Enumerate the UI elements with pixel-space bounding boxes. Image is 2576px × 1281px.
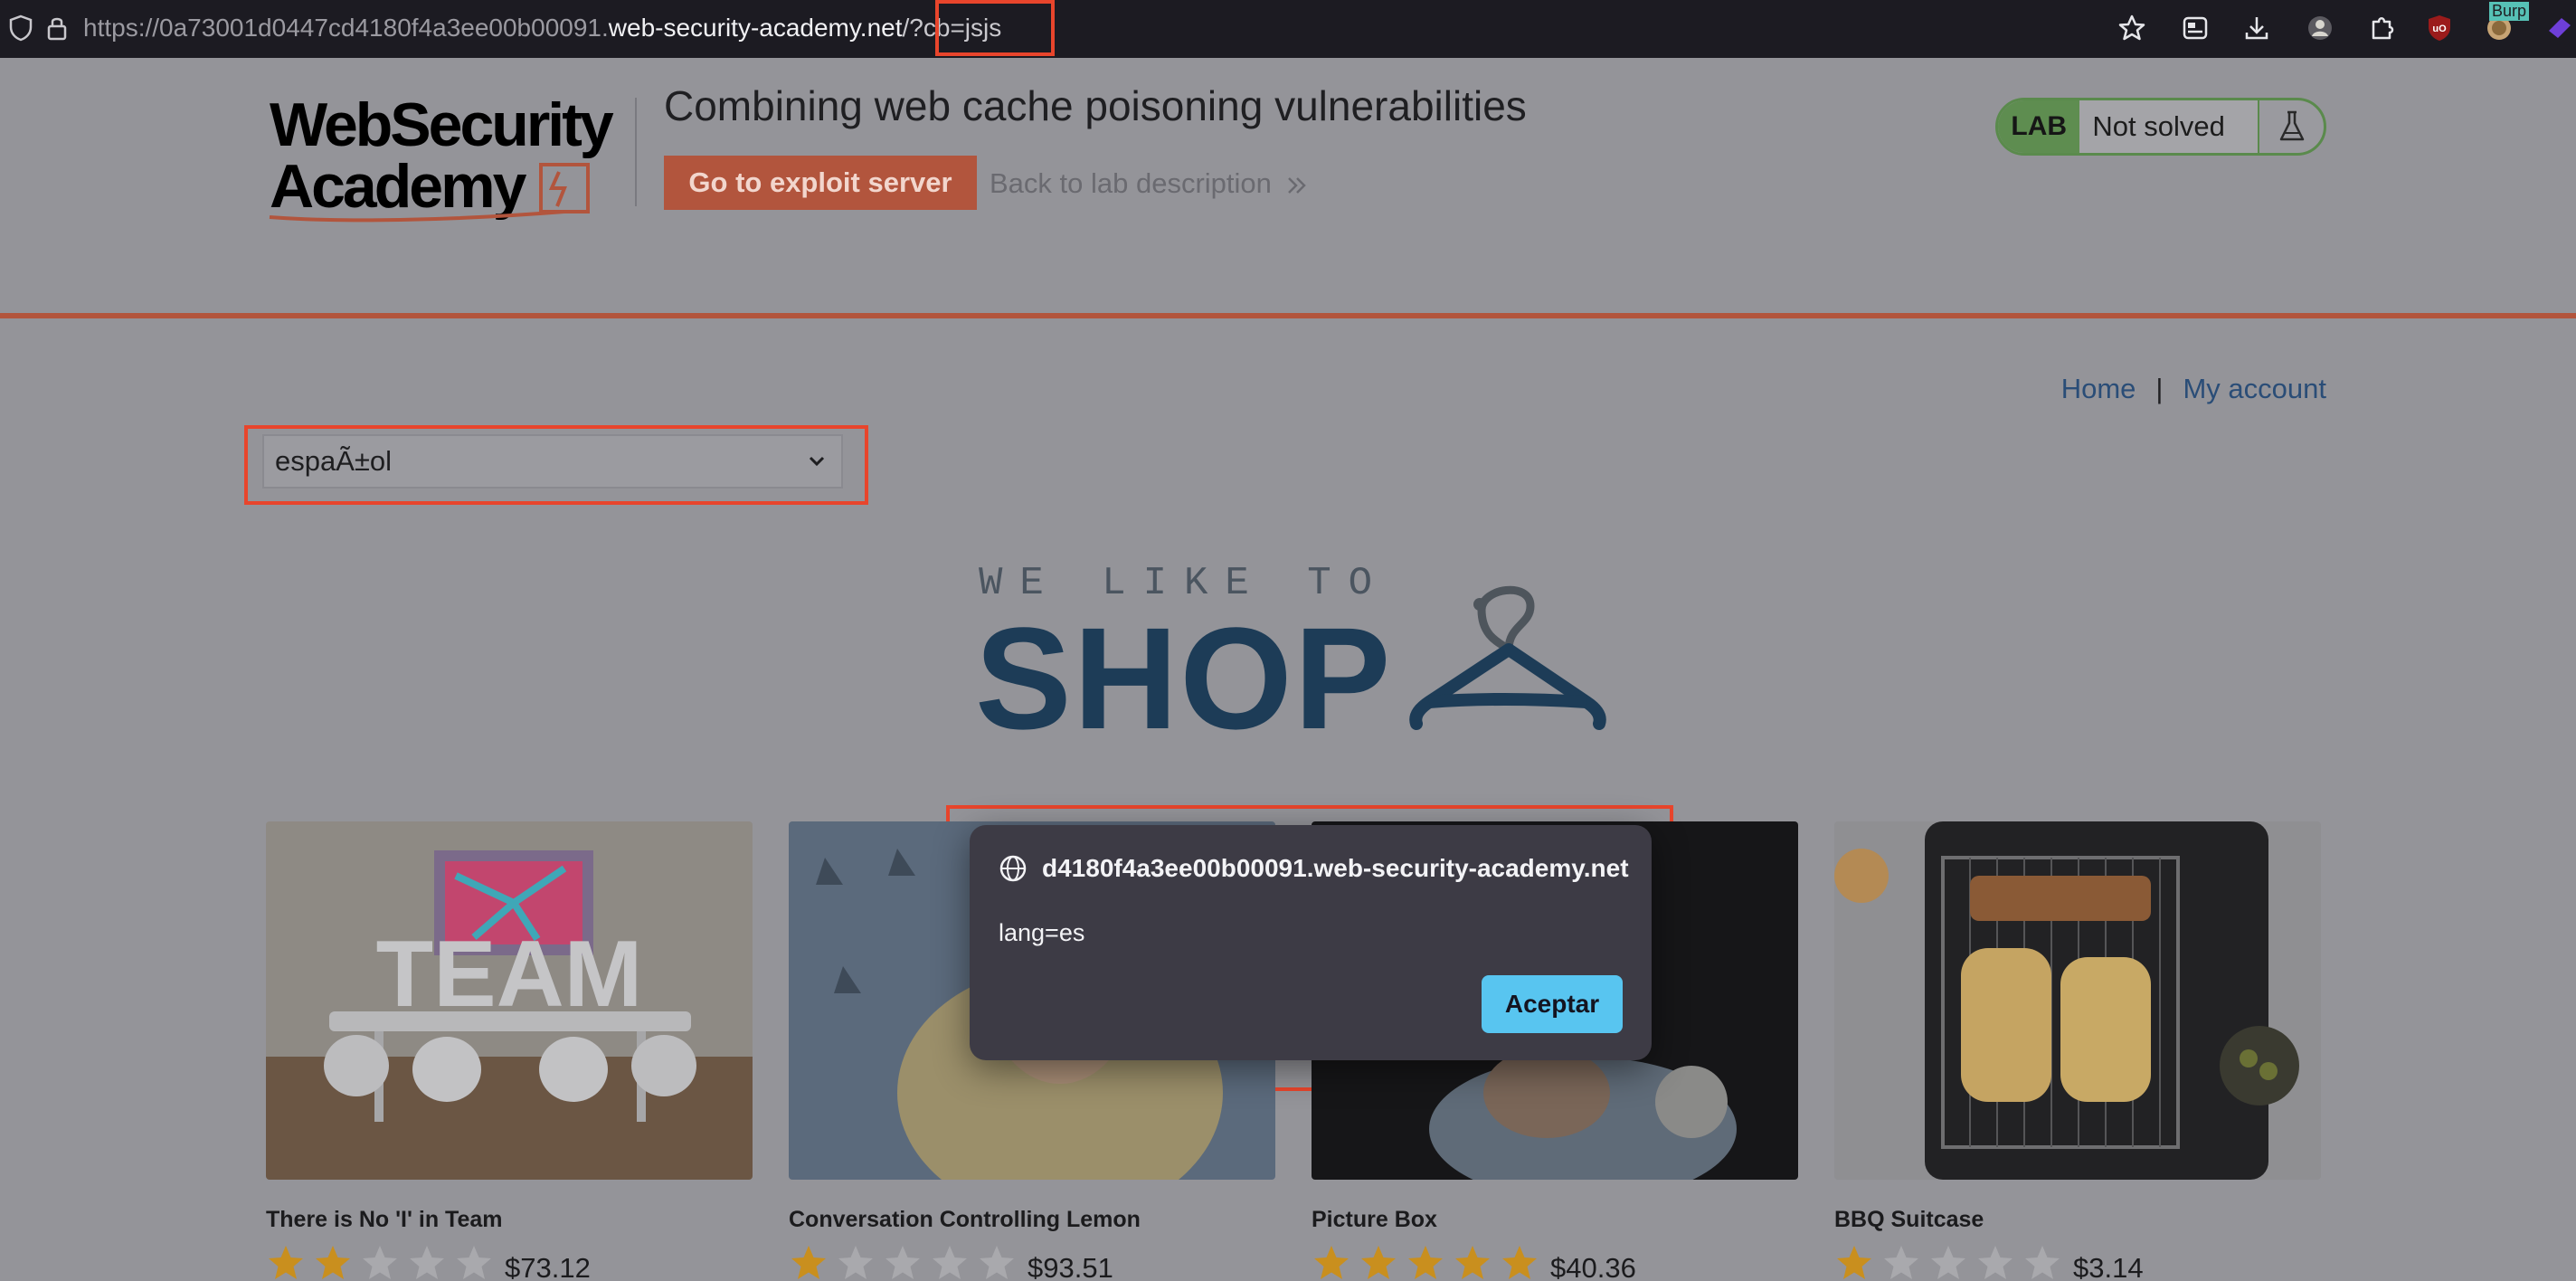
nav-my-account-link[interactable]: My account (2183, 373, 2326, 404)
empty-star-icon (980, 1246, 1014, 1279)
globe-icon (999, 855, 1027, 882)
extension-badge-icon[interactable] (2543, 13, 2574, 43)
product-price: $73.12 (505, 1252, 591, 1281)
language-select-value: espaÃ±ol (275, 445, 393, 477)
alert-dialog: d4180f4a3ee00b00091.web-security-academy… (970, 825, 1652, 1060)
top-nav: Home | My account (2061, 373, 2326, 405)
product-image[interactable]: TEAM (266, 821, 753, 1180)
filled-star-icon (1314, 1246, 1349, 1279)
double-chevron-right-icon (1287, 176, 1306, 194)
filled-star-icon (1502, 1246, 1537, 1279)
nav-home-link[interactable]: Home (2061, 373, 2136, 404)
language-select[interactable]: espaÃ±ol (262, 434, 843, 489)
filled-star-icon (316, 1246, 350, 1279)
browser-toolbar: https://0a73001d0447cd4180f4a3ee00b00091… (0, 0, 2576, 58)
url-domain: web-security-academy.net (608, 14, 903, 42)
product-rating: $93.51 (789, 1244, 1275, 1281)
filled-star-icon (269, 1246, 303, 1279)
banner-shop: SHOP (975, 597, 1393, 759)
empty-star-icon (933, 1246, 967, 1279)
product-rating: $3.14 (1834, 1244, 2321, 1281)
product-price: $93.51 (1028, 1252, 1113, 1281)
lock-icon[interactable] (42, 13, 72, 43)
address-bar[interactable]: https://0a73001d0447cd4180f4a3ee00b00091… (83, 13, 1001, 43)
svg-text:uO: uO (2432, 24, 2447, 34)
url-query-highlight (935, 0, 1055, 56)
logo-line1: WebSecurity (270, 90, 614, 159)
ublock-icon[interactable]: uO (2424, 13, 2455, 43)
go-to-exploit-server-button[interactable]: Go to exploit server (664, 156, 977, 210)
profile-icon[interactable] (2305, 13, 2335, 43)
filled-star-icon (1455, 1246, 1490, 1279)
alert-message: lang=es (999, 919, 1085, 946)
nav-separator: | (2155, 373, 2164, 404)
product-price: $3.14 (2073, 1252, 2144, 1281)
svg-text:TEAM: TEAM (376, 922, 643, 1027)
chevron-down-icon (809, 456, 825, 467)
empty-star-icon (886, 1246, 920, 1279)
filled-star-icon (791, 1246, 826, 1279)
lab-title: Combining web cache poisoning vulnerabil… (664, 82, 1527, 129)
empty-star-icon (410, 1246, 444, 1279)
product-card[interactable]: TEAM There is No 'I' in Team $73.12 (266, 821, 753, 1281)
filled-star-icon (1837, 1246, 1871, 1279)
back-to-lab-description-link[interactable]: Back to lab description (990, 167, 1309, 200)
url-prefix: https://0a73001d0447cd4180f4a3ee00b00091… (83, 14, 609, 42)
empty-star-icon (457, 1246, 491, 1279)
empty-star-icon (838, 1246, 873, 1279)
extensions-icon[interactable] (2366, 13, 2397, 43)
reader-icon[interactable] (2180, 13, 2211, 43)
star-icon[interactable] (2117, 13, 2147, 43)
filled-star-icon (1361, 1246, 1396, 1279)
product-name: There is No 'I' in Team (266, 1207, 503, 1232)
logo-underline (269, 210, 565, 223)
lab-status-text: Not solved (2079, 100, 2259, 153)
empty-star-icon (1931, 1246, 1965, 1279)
product-price: $40.36 (1550, 1252, 1636, 1281)
header-divider (0, 313, 2576, 318)
product-name: Conversation Controlling Lemon (789, 1207, 1141, 1232)
alert-ok-button[interactable]: Aceptar (1482, 975, 1623, 1033)
lab-badge-label: LAB (1998, 100, 2080, 153)
product-card[interactable]: BBQ Suitcase $3.14 (1834, 821, 2321, 1281)
product-name: Picture Box (1312, 1207, 1437, 1232)
empty-star-icon (1884, 1246, 1918, 1279)
logo-separator (635, 98, 637, 206)
empty-star-icon (363, 1246, 397, 1279)
back-link-label: Back to lab description (990, 167, 1272, 199)
empty-star-icon (2025, 1246, 2060, 1279)
download-icon[interactable] (2241, 13, 2272, 43)
product-rating: $73.12 (266, 1244, 753, 1281)
product-rating: $40.36 (1312, 1244, 1798, 1281)
hanger-icon (1409, 585, 1606, 730)
shield-icon[interactable] (5, 13, 36, 43)
filled-star-icon (1408, 1246, 1443, 1279)
product-name: BBQ Suitcase (1834, 1207, 1984, 1232)
product-image[interactable] (1834, 821, 2321, 1180)
flask-icon (2258, 100, 2324, 153)
alert-origin: d4180f4a3ee00b00091.web-security-academy… (1042, 854, 1629, 882)
burp-badge: Burp (2489, 2, 2530, 21)
empty-star-icon (1978, 1246, 2012, 1279)
lab-status-badge: LAB Not solved (1995, 98, 2326, 156)
